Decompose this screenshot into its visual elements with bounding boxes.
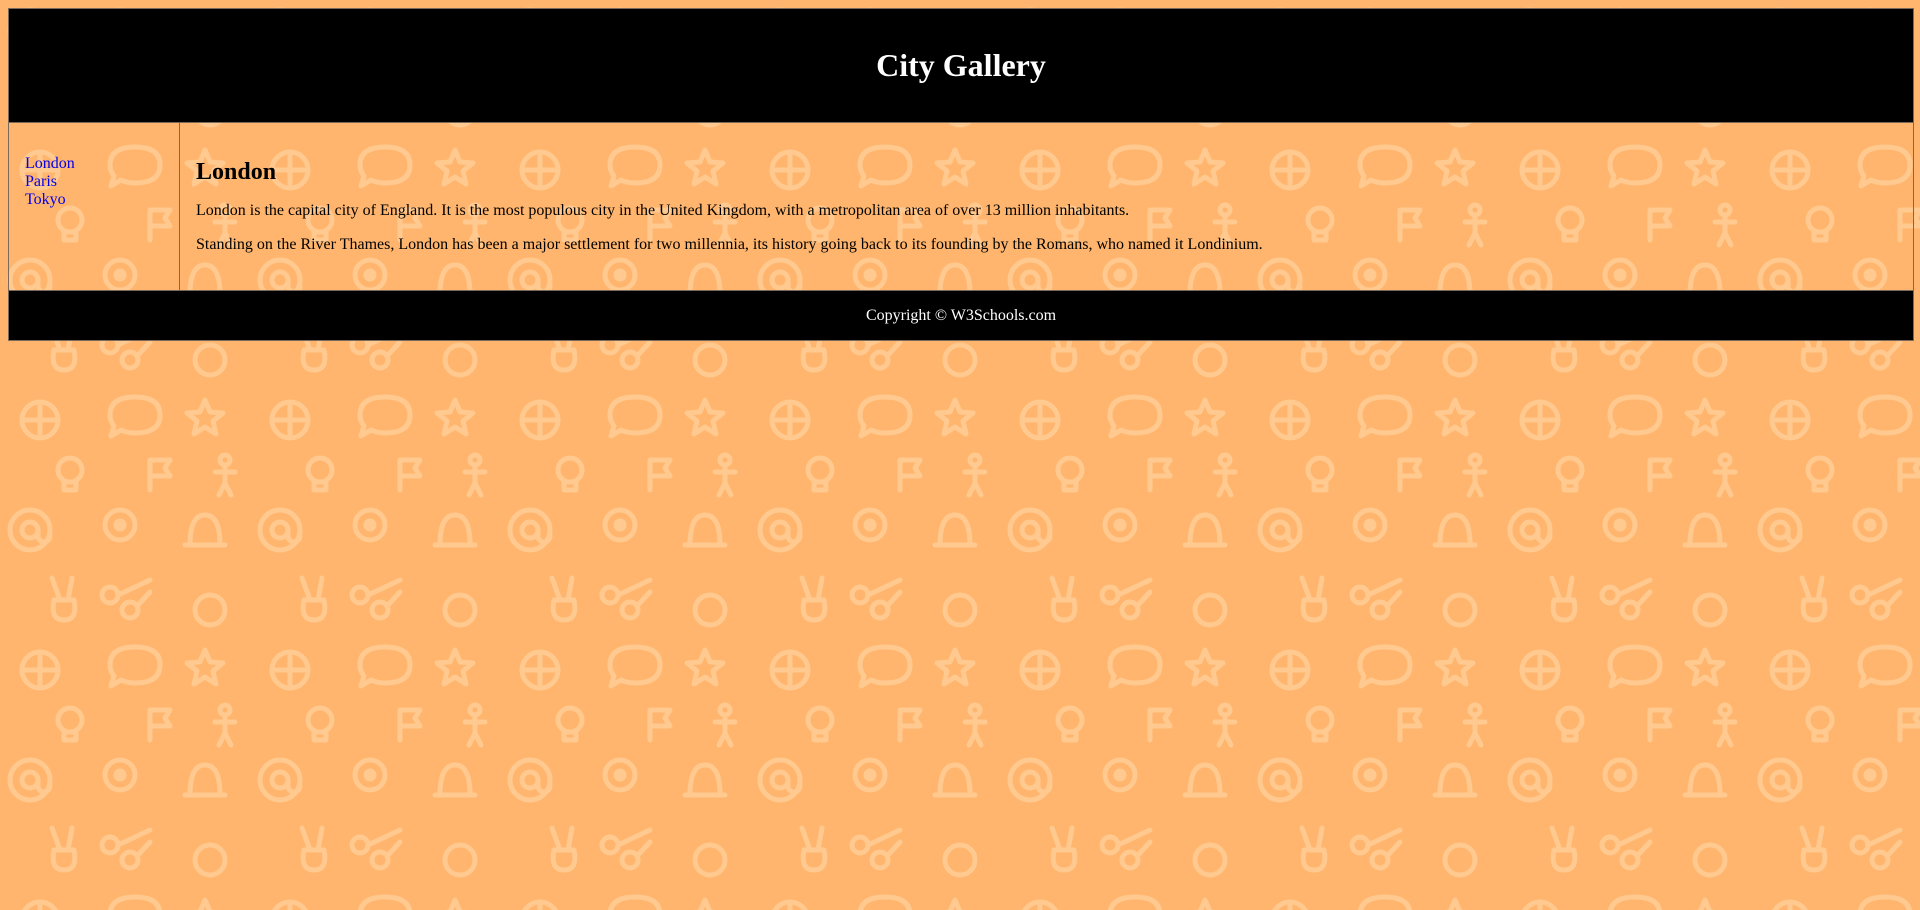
page-header: City Gallery xyxy=(9,9,1913,123)
nav-link-tokyo[interactable]: Tokyo xyxy=(25,191,66,208)
page-container: City Gallery London Paris Tokyo London L… xyxy=(8,8,1914,341)
page-footer: Copyright © W3Schools.com xyxy=(9,290,1913,340)
article-paragraph-1: London is the capital city of England. I… xyxy=(196,202,1130,219)
city-nav: London Paris Tokyo xyxy=(9,123,180,290)
city-list: London Paris Tokyo xyxy=(25,155,179,209)
nav-item-paris: Paris xyxy=(25,173,179,191)
city-article: London London is the capital city of Eng… xyxy=(180,123,1913,290)
page-title: City Gallery xyxy=(876,47,1046,83)
article-heading: London xyxy=(196,159,277,185)
article-paragraph-2: Standing on the River Thames, London has… xyxy=(196,236,1263,253)
nav-link-london[interactable]: London xyxy=(25,155,75,172)
nav-item-tokyo: Tokyo xyxy=(25,191,179,209)
content-section: London Paris Tokyo London London is the … xyxy=(9,123,1913,290)
nav-item-london: London xyxy=(25,155,179,173)
copyright-text: Copyright © W3Schools.com xyxy=(865,306,1057,324)
nav-link-paris[interactable]: Paris xyxy=(25,173,57,190)
